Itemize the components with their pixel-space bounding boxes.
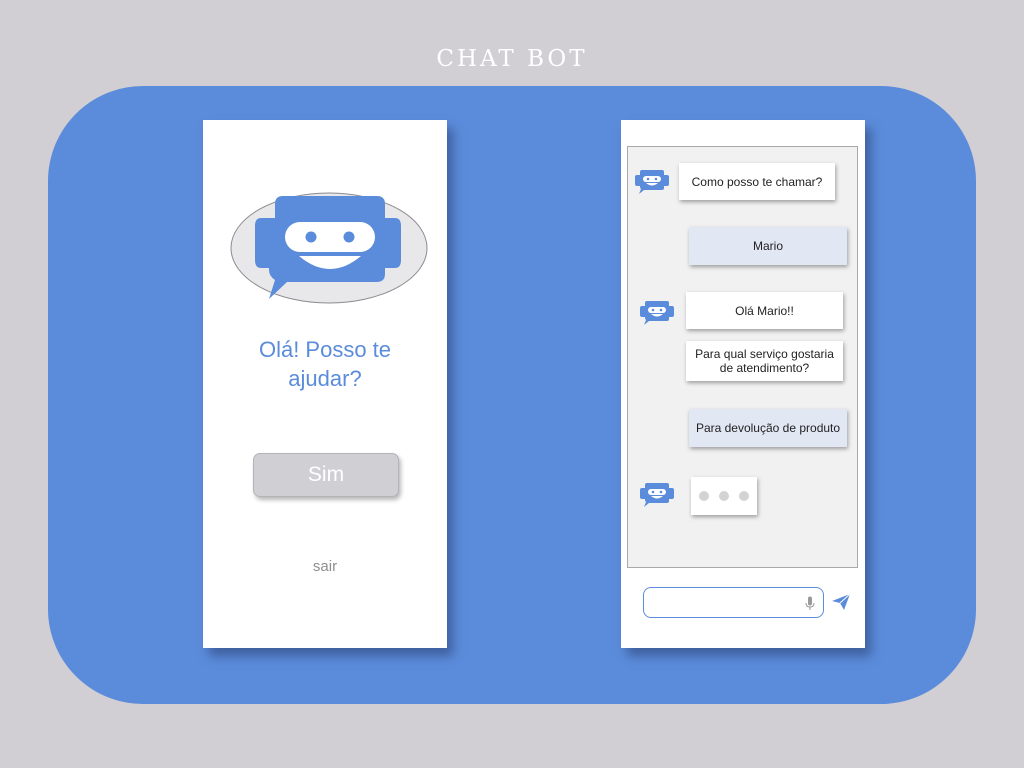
user-message-text: Mario bbox=[752, 239, 783, 253]
greeting-line-2: ajudar? bbox=[288, 366, 362, 391]
typing-indicator bbox=[691, 477, 757, 515]
robot-chat-icon bbox=[230, 192, 428, 304]
user-message-text: Para devolução de produto bbox=[695, 421, 841, 435]
bot-avatar-icon bbox=[635, 170, 669, 194]
typing-dot bbox=[719, 491, 729, 501]
bot-avatar-icon bbox=[640, 483, 674, 507]
bot-message: Como posso te chamar? bbox=[679, 163, 835, 200]
bot-message-text: Olá Mario!! bbox=[735, 303, 794, 318]
typing-dot bbox=[739, 491, 749, 501]
user-message: Mario bbox=[689, 227, 847, 265]
typing-dot bbox=[699, 491, 709, 501]
chat-screen: Como posso te chamar? Mario Olá Mario!! … bbox=[621, 120, 865, 648]
bot-message-text-line-1: Para qual serviço gostaria bbox=[695, 347, 834, 361]
yes-button[interactable]: Sim bbox=[253, 453, 399, 497]
welcome-screen: Olá! Posso te ajudar? Sim sair bbox=[203, 120, 447, 648]
bot-message-text-line-2: de atendimento? bbox=[719, 361, 810, 375]
greeting-text: Olá! Posso te ajudar? bbox=[203, 335, 447, 393]
bot-message-text: Como posso te chamar? bbox=[691, 174, 823, 189]
exit-link[interactable]: sair bbox=[203, 558, 447, 575]
bot-message: Olá Mario!! bbox=[686, 292, 843, 329]
page-title: CHAT BOT bbox=[436, 46, 588, 72]
send-icon[interactable] bbox=[832, 594, 850, 610]
message-input[interactable] bbox=[643, 587, 824, 618]
microphone-icon[interactable] bbox=[805, 596, 815, 611]
greeting-line-1: Olá! Posso te bbox=[258, 337, 392, 362]
bot-avatar-icon bbox=[640, 301, 674, 325]
user-message: Para devolução de produto bbox=[689, 409, 847, 447]
bot-message: Para qual serviço gostaria de atendiment… bbox=[686, 341, 843, 381]
chat-messages-area[interactable]: Como posso te chamar? Mario Olá Mario!! … bbox=[627, 146, 858, 568]
